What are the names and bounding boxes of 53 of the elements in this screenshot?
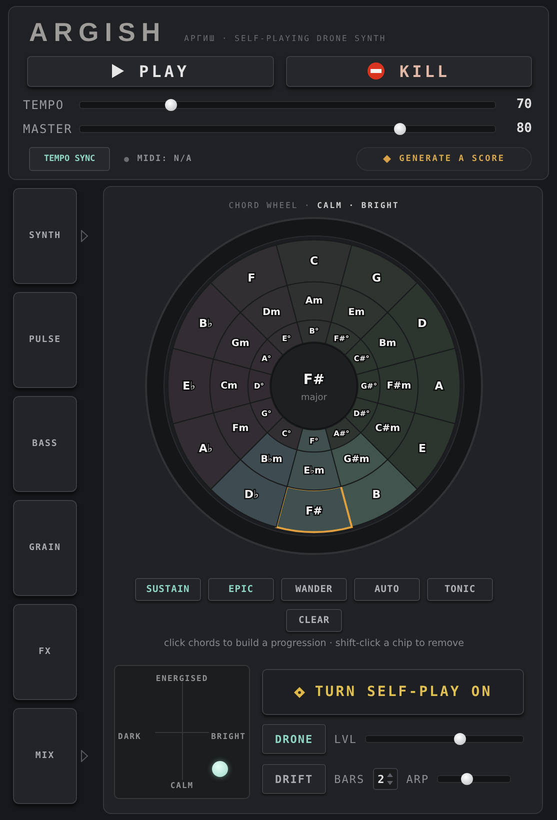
sidebar-tab[interactable]: FX: [13, 604, 77, 700]
clear-button[interactable]: CLEAR: [286, 609, 342, 632]
bars-label: BARS: [334, 772, 365, 786]
diamond-icon: [294, 686, 305, 698]
stop-sign-icon: [367, 62, 386, 80]
play-icon: [110, 63, 125, 80]
wheel-title: CHORD WHEEL · CALM · BRIGHT: [228, 201, 400, 210]
axis-label: CALM: [169, 781, 195, 790]
mode-chip[interactable]: EPIC: [208, 578, 274, 601]
slider-track[interactable]: [365, 735, 524, 743]
slider-value: 80: [515, 121, 532, 136]
slider-label: MASTER: [23, 122, 74, 136]
slider-thumb[interactable]: [394, 122, 406, 135]
bars-stepper[interactable]: 2: [372, 768, 398, 790]
xy-pad[interactable]: ENERGISED DARK BRIGHT CALM: [114, 665, 250, 799]
sidebar-tab[interactable]: BASS: [13, 396, 77, 492]
tempo-sync-button[interactable]: TEMPO SYNC: [29, 147, 110, 171]
midi-status: MIDI: N/A: [137, 154, 192, 164]
axis-label: ENERGISED: [154, 674, 210, 683]
slider-thumb[interactable]: [454, 733, 466, 745]
diamond-icon: [383, 155, 392, 163]
sidebar-tab[interactable]: GRAIN: [13, 500, 77, 596]
play-button[interactable]: PLAY: [27, 56, 274, 87]
sidebar-tab[interactable]: PULSE: [13, 292, 77, 388]
axis-label: DARK: [118, 732, 142, 741]
slider-label: TEMPO: [23, 98, 66, 112]
drone-button[interactable]: DRONE: [262, 724, 326, 754]
mode-chip[interactable]: SUSTAIN: [135, 578, 201, 601]
sidebar-tab[interactable]: SYNTH: [13, 188, 77, 284]
app-title: ARGISH: [29, 17, 166, 48]
chord-segment[interactable]: E♭: [168, 348, 214, 424]
slider-track[interactable]: [79, 124, 496, 133]
mode-chip[interactable]: AUTO: [354, 578, 420, 601]
mode-chip[interactable]: WANDER: [281, 578, 347, 601]
app-subtitle: АРГИШ · SELF-PLAYING DRONE SYNTH: [184, 34, 386, 43]
sidebar-tab[interactable]: MIX: [13, 708, 77, 804]
slider-track[interactable]: [79, 100, 496, 109]
pad-handle[interactable]: [212, 760, 228, 777]
level-label: LVL: [334, 732, 357, 746]
generate-score-button[interactable]: GENERATE A SCORE: [356, 147, 532, 171]
slider-track[interactable]: [437, 775, 512, 783]
axis-label: BRIGHT: [211, 732, 246, 741]
slider-thumb[interactable]: [165, 98, 178, 111]
arp-label: ARP: [406, 772, 430, 786]
mode-chip[interactable]: TONIC: [427, 578, 493, 601]
slider-value: 70: [515, 97, 532, 112]
kill-button[interactable]: KILL: [286, 56, 532, 87]
slider-thumb[interactable]: [460, 773, 473, 785]
chord-segment[interactable]: C: [276, 240, 352, 286]
hint-text: click chords to build a progression · shift-click a chip to remove: [164, 638, 464, 649]
chord-segment[interactable]: A: [414, 348, 460, 424]
drift-button[interactable]: DRIFT: [262, 764, 326, 794]
self-play-button[interactable]: TURN SELF-PLAY ON: [262, 669, 524, 715]
